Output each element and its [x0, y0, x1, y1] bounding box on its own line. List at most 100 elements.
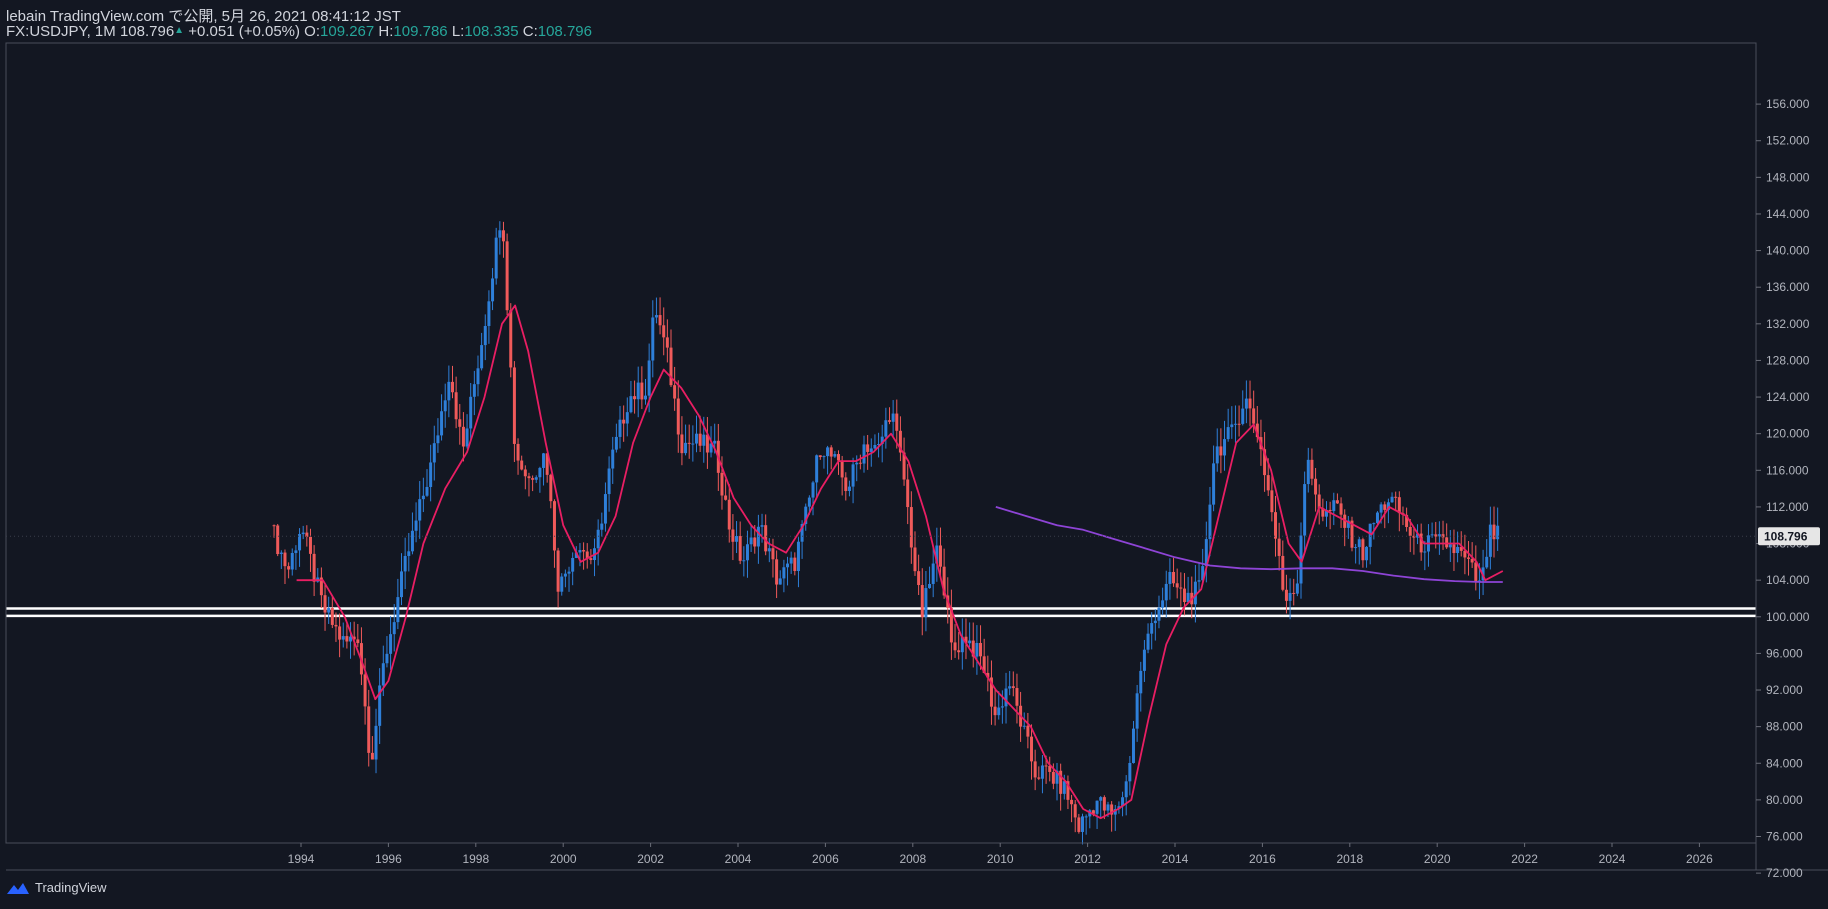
candle-down [1452, 544, 1456, 554]
candle-down [1102, 797, 1106, 811]
candle-up [782, 567, 786, 579]
candles [272, 221, 1500, 845]
y-tick-label: 144.000 [1766, 207, 1810, 221]
candle-up [1157, 607, 1161, 621]
x-tick-label: 1994 [288, 852, 315, 866]
candle-up [1488, 524, 1492, 557]
candle-down [458, 419, 462, 427]
candle-down [793, 557, 797, 572]
candle-up [742, 560, 746, 562]
candle-down [520, 460, 524, 470]
candle-up [826, 447, 830, 457]
candle-up [429, 462, 433, 487]
candle-up [290, 552, 294, 570]
candle-up [928, 583, 932, 589]
candle-down [844, 477, 848, 492]
candle-up [341, 636, 345, 640]
y-tick-label: 80.000 [1766, 793, 1803, 807]
candle-up [1197, 580, 1201, 582]
y-tick-label: 120.000 [1766, 427, 1810, 441]
candle-up [596, 529, 600, 549]
candle-up [491, 278, 495, 302]
candle-up [1372, 523, 1376, 525]
candle-up [1375, 512, 1379, 524]
candle-down [1270, 490, 1274, 513]
candle-up [1244, 398, 1248, 409]
candle-down [720, 472, 724, 496]
candle-down [1274, 512, 1278, 539]
candle-up [1000, 706, 1004, 708]
candle-down [272, 525, 276, 527]
candle-down [1328, 509, 1332, 512]
candle-down [676, 398, 680, 435]
candle-up [1448, 544, 1452, 548]
candle-down [837, 454, 841, 461]
candle-down [622, 419, 626, 424]
candle-down [1474, 562, 1478, 582]
candle-up [745, 544, 749, 561]
footer[interactable]: TradingView [6, 880, 107, 895]
candle-down [523, 469, 527, 477]
candle-up [644, 395, 648, 400]
candle-up [873, 445, 877, 449]
candle-down [913, 547, 917, 572]
candle-up [436, 435, 440, 444]
candle-down [1077, 817, 1081, 832]
candle-down [731, 529, 735, 542]
candle-down [323, 595, 327, 613]
candle-down [549, 474, 553, 502]
candle-up [1241, 408, 1245, 424]
candle-up [968, 640, 972, 644]
candle-up [487, 301, 491, 327]
candle-down [1248, 398, 1252, 409]
candle-down [516, 443, 520, 461]
candle-up [1485, 556, 1489, 568]
candle-up [567, 571, 571, 574]
candle-down [1266, 475, 1270, 491]
candle-up [440, 411, 444, 436]
candle-down [917, 571, 921, 586]
candle-up [997, 707, 1001, 716]
candle-up [607, 468, 611, 495]
last-price-label: 108.796 [1764, 529, 1808, 543]
candle-down [920, 585, 924, 618]
candle-up [498, 230, 502, 238]
support-band[interactable] [6, 607, 1756, 618]
candle-up [410, 530, 414, 552]
candle-up [651, 317, 655, 361]
x-tick-label: 2002 [637, 852, 664, 866]
candle-up [614, 436, 618, 450]
candle-down [1015, 688, 1019, 706]
candle-down [866, 444, 870, 452]
candle-down [589, 558, 593, 561]
candle-up [469, 396, 473, 429]
candle-up [1306, 459, 1310, 485]
candle-up [1150, 623, 1154, 634]
x-tick-label: 1996 [375, 852, 402, 866]
candle-up [1379, 504, 1383, 513]
candle-up [396, 597, 400, 623]
candle-down [531, 478, 535, 480]
candle-up [1357, 539, 1361, 548]
candle-up [1288, 592, 1292, 601]
candle-up [472, 384, 476, 397]
candle-down [738, 536, 742, 561]
candle-down [454, 392, 458, 420]
x-tick-label: 2016 [1249, 852, 1276, 866]
candle-up [1423, 551, 1427, 553]
candle-up [1022, 725, 1026, 727]
candle-up [294, 550, 298, 553]
candle-down [334, 624, 338, 627]
candle-up [1139, 670, 1143, 694]
candle-up [851, 464, 855, 487]
candle-down [1467, 557, 1471, 559]
y-tick-label: 152.000 [1766, 134, 1810, 148]
candle-down [1284, 589, 1288, 601]
candle-up [483, 326, 487, 346]
candle-up [778, 578, 782, 585]
candle-down [509, 310, 513, 368]
price-chart[interactable]: 156.000 152.000 148.000 144.000 140.000 136.0… [0, 0, 1828, 909]
candle-down [276, 525, 280, 555]
candle-down [1172, 571, 1176, 584]
candle-down [287, 566, 291, 570]
